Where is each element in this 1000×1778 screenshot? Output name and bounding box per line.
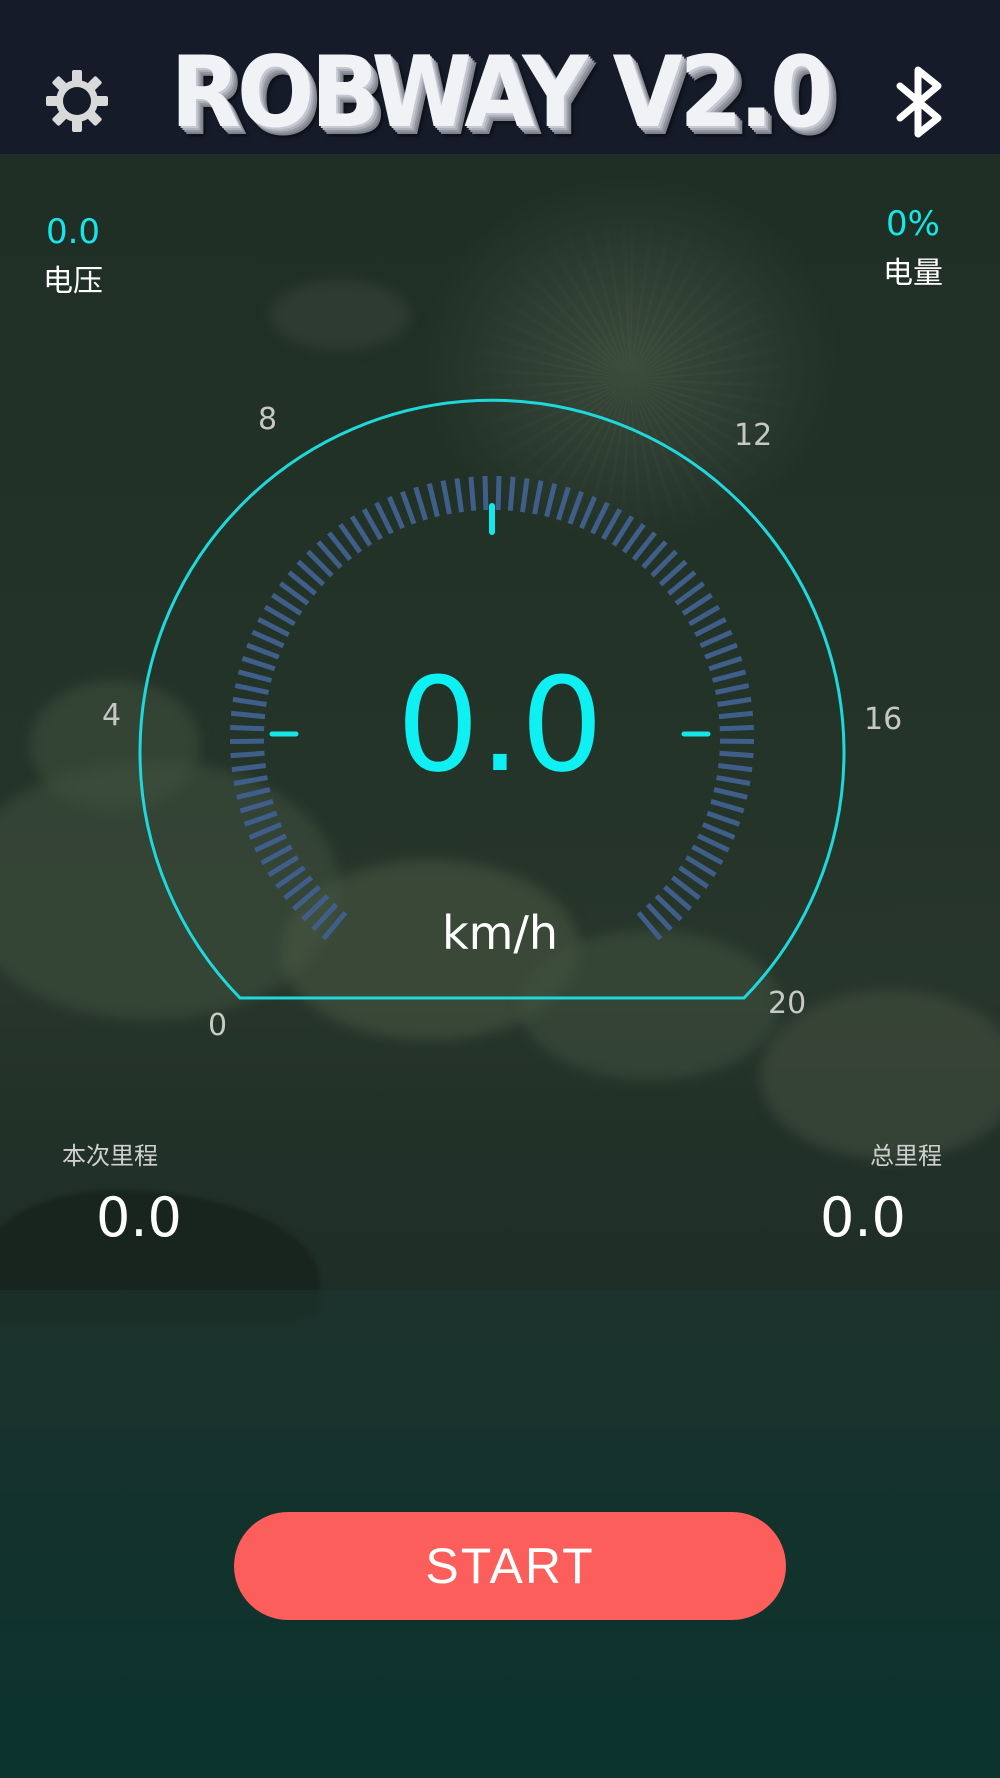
gauge-segment (387, 496, 405, 530)
gauge-segment (400, 490, 417, 525)
gauge-scale-label: 0 (208, 1008, 228, 1043)
gauge-segment (579, 496, 597, 530)
gauge-segment (248, 822, 283, 840)
voltage-value: 0.0 (45, 212, 101, 252)
gauge-segment (454, 478, 464, 513)
battery-label: 电量 (883, 256, 943, 291)
gauge-segment (590, 501, 610, 535)
gauge-segment (567, 490, 584, 525)
gauge-scale-label: 8 (258, 402, 278, 437)
gauge-segment (468, 476, 477, 511)
gauge-segment (239, 798, 274, 814)
gauge-segment (694, 617, 727, 638)
gauge-segment (374, 501, 394, 535)
start-button[interactable]: START (234, 1512, 786, 1620)
trip-distance-value: 0.0 (96, 1186, 182, 1249)
gauge-segment (263, 604, 296, 627)
battery-value: 0% (886, 204, 940, 244)
gauge-segment (691, 844, 724, 866)
gauge-scale-label: 20 (768, 986, 807, 1021)
speed-unit: km/h (441, 906, 559, 960)
bluetooth-icon[interactable] (890, 66, 950, 138)
gauge-segment (696, 833, 730, 853)
gauge-segment (556, 486, 571, 521)
total-distance-label: 总里程 (870, 1142, 942, 1170)
gauge-segment (361, 508, 383, 541)
gauge-segment (257, 617, 290, 638)
app-header: ROBWAY V2.0 (0, 0, 1000, 154)
gauge-segment (710, 798, 745, 814)
gauge-segment (507, 476, 516, 511)
gauge-segment (601, 508, 623, 541)
gauge-segment (532, 480, 544, 515)
gauge-segment (495, 476, 502, 511)
gauge-segment (701, 822, 736, 840)
gauge-segment (544, 483, 558, 518)
voltage-label: 电压 (43, 264, 103, 299)
gauge-segment (706, 810, 741, 827)
total-distance-value: 0.0 (820, 1186, 906, 1249)
gauge-segment (254, 833, 288, 853)
gauge-segment (251, 629, 285, 649)
speed-value: 0.0 (396, 649, 604, 801)
gauge-segment (688, 604, 721, 627)
gauge-segment (426, 483, 440, 518)
gauge-segment (413, 486, 428, 521)
gauge-segment (243, 810, 278, 827)
gauge-segment (440, 480, 452, 515)
gauge-segment (699, 629, 733, 649)
app-title: ROBWAY V2.0 (170, 36, 833, 150)
gauge-scale-label: 12 (734, 418, 773, 453)
gauge-segment (520, 478, 530, 513)
trip-distance-label: 本次里程 (62, 1142, 158, 1170)
gauge-segment (260, 844, 293, 866)
gauge-segment (482, 476, 489, 511)
